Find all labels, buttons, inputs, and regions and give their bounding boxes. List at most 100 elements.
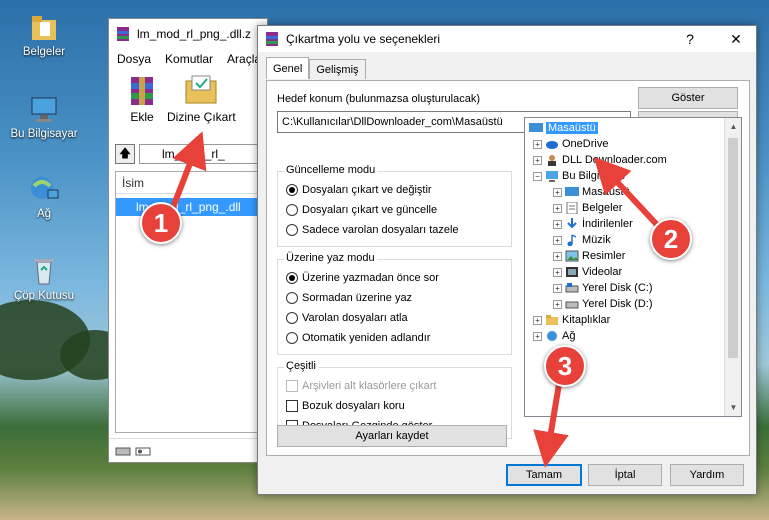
tree-item-libraries[interactable]: + Kitaplıklar <box>533 314 610 326</box>
add-button[interactable]: Ekle <box>123 73 161 127</box>
radio-overwrite-without-prompt[interactable]: Sormadan üzerine yaz <box>286 292 412 304</box>
show-button[interactable]: Göster <box>638 87 738 109</box>
close-title-button[interactable]: ✕ <box>716 26 756 52</box>
checkbox[interactable] <box>286 400 298 412</box>
drive-icon <box>115 447 131 455</box>
extract-to-button[interactable]: Dizine Çıkart <box>167 73 236 127</box>
tree-item-user-folder[interactable]: + DLL Downloader.com <box>533 154 667 166</box>
tree-scrollbar[interactable]: ▲ ▼ <box>724 118 741 416</box>
winrar-titlebar[interactable]: lm_mod_rl_png_.dll.z <box>109 19 267 49</box>
tree-item-documents[interactable]: + Belgeler <box>553 202 622 214</box>
radio-fresh-existing[interactable]: Sadece varolan dosyaları tazele <box>286 224 459 236</box>
expand-icon[interactable]: + <box>533 139 542 149</box>
scroll-down-icon[interactable]: ▼ <box>725 399 741 416</box>
radio-button[interactable] <box>286 184 298 196</box>
download-arrow-icon <box>567 218 577 229</box>
option-label: Bozuk dosyaları koru <box>302 400 405 412</box>
option-label: Otomatik yeniden adlandır <box>302 332 431 344</box>
question-icon: ? <box>686 31 694 47</box>
callout-badge-1: 1 <box>140 202 182 244</box>
desktop-icon <box>565 187 579 196</box>
menu-file[interactable]: Dosya <box>117 52 151 66</box>
computer-icon <box>546 171 558 182</box>
radio-button[interactable] <box>286 332 298 344</box>
tab-general[interactable]: Genel <box>266 57 310 79</box>
radio-ask-before-overwrite[interactable]: Üzerine yazmadan önce sor <box>286 272 439 284</box>
key-icon <box>135 447 151 455</box>
desktop-icon-this-pc[interactable]: Bu Bilgisayar <box>6 94 82 140</box>
close-icon: ✕ <box>730 30 742 47</box>
expand-icon[interactable]: + <box>553 235 562 245</box>
dialog-titlebar[interactable]: Çıkartma yolu ve seçenekleri ? ✕ <box>258 26 756 52</box>
desktop-icon-documents[interactable]: Belgeler <box>6 12 82 58</box>
update-mode-title: Güncelleme modu <box>284 164 378 176</box>
tree-item-desktop[interactable]: Masaüstü <box>529 122 598 134</box>
expand-icon[interactable]: + <box>533 315 542 325</box>
checkbox-keep-broken-files[interactable]: Bozuk dosyaları koru <box>286 400 405 412</box>
dialog-tabs: Genel Gelişmiş <box>266 57 366 79</box>
cancel-button[interactable]: İptal <box>588 464 662 486</box>
option-label: Varolan dosyaları atla <box>302 312 408 324</box>
tree-item-videos[interactable]: + Videolar <box>553 266 622 278</box>
scroll-up-icon[interactable]: ▲ <box>725 118 741 135</box>
help-button[interactable]: Yardım <box>670 464 744 486</box>
menu-tools[interactable]: Araçla <box>227 52 261 66</box>
radio-button[interactable] <box>286 204 298 216</box>
archive-path: lm_mod_rl_ <box>162 147 225 161</box>
general-tab-panel: Hedef konum (bulunmazsa oluşturulacak) C… <box>266 80 750 456</box>
tree-item-music[interactable]: + Müzik <box>553 234 611 246</box>
callout-badge-3: 3 <box>544 345 586 387</box>
menu-commands[interactable]: Komutlar <box>165 52 213 66</box>
extract-folder-icon <box>185 75 217 104</box>
tree-item-desktop-sub[interactable]: + Masaüstü <box>553 186 630 198</box>
tab-advanced[interactable]: Gelişmiş <box>309 59 366 79</box>
add-archive-icon <box>131 77 153 105</box>
radio-button[interactable] <box>286 224 298 236</box>
misc-title: Çeşitli <box>284 360 318 372</box>
collapse-icon[interactable]: − <box>533 171 542 181</box>
network-icon <box>547 331 557 341</box>
save-settings-button[interactable]: Ayarları kaydet <box>277 425 507 447</box>
expand-icon[interactable]: + <box>553 251 562 261</box>
expand-icon[interactable]: + <box>553 203 562 213</box>
tree-item-this-pc[interactable]: − Bu Bilgisayar <box>533 170 626 182</box>
checkbox[interactable] <box>286 380 298 392</box>
expand-icon[interactable]: + <box>533 155 542 165</box>
up-folder-button[interactable]: 🡅 <box>115 144 135 164</box>
overwrite-mode-group: Üzerine yaz modu Üzerine yazmadan önce s… <box>277 252 512 355</box>
expand-icon[interactable]: + <box>553 187 562 197</box>
winrar-statusbar <box>109 438 267 462</box>
expand-icon[interactable]: + <box>553 219 562 229</box>
ok-button[interactable]: Tamam <box>506 464 582 486</box>
radio-extract-update[interactable]: Dosyaları çıkart ve güncelle <box>286 204 437 216</box>
expand-icon[interactable]: + <box>553 299 562 309</box>
film-icon <box>566 267 578 277</box>
tree-item-pictures[interactable]: + Resimler <box>553 250 625 262</box>
column-header-name[interactable]: İsim <box>116 172 266 194</box>
radio-button[interactable] <box>286 292 298 304</box>
tree-item-network[interactable]: + Ağ <box>533 330 575 342</box>
tree-item-local-disk-c[interactable]: + Yerel Disk (C:) <box>553 282 653 294</box>
checkbox-extract-to-subfolders[interactable]: Arşivleri alt klasörlere çıkart <box>286 380 436 392</box>
tree-item-downloads[interactable]: + İndirilenler <box>553 218 633 230</box>
expand-icon[interactable]: + <box>553 283 562 293</box>
winrar-file-list[interactable]: İsim lm_mod_rl_png_.dll <box>115 171 267 433</box>
computer-icon <box>28 94 60 124</box>
folder-icon <box>28 12 60 42</box>
radio-rename-automatically[interactable]: Otomatik yeniden adlandır <box>286 332 430 344</box>
expand-icon[interactable]: + <box>533 331 542 341</box>
radio-button[interactable] <box>286 312 298 324</box>
desktop-icon-network[interactable]: Ağ <box>6 174 82 220</box>
radio-skip-existing[interactable]: Varolan dosyaları atla <box>286 312 408 324</box>
radio-extract-replace[interactable]: Dosyaları çıkart ve değiştir <box>286 184 432 196</box>
winrar-window: lm_mod_rl_png_.dll.z Dosya Komutlar Araç… <box>108 18 268 463</box>
desktop-icon-recycle-bin[interactable]: Çöp Kutusu <box>6 256 82 302</box>
expand-icon[interactable]: + <box>553 267 562 277</box>
scroll-thumb[interactable] <box>728 138 738 358</box>
archive-path-box[interactable]: lm_mod_rl_ <box>139 144 267 164</box>
help-title-button[interactable]: ? <box>670 26 710 52</box>
radio-button[interactable] <box>286 272 298 284</box>
tree-item-local-disk-d[interactable]: + Yerel Disk (D:) <box>553 298 653 310</box>
tree-item-onedrive[interactable]: + OneDrive <box>533 138 608 150</box>
table-row[interactable]: lm_mod_rl_png_.dll <box>116 198 266 216</box>
